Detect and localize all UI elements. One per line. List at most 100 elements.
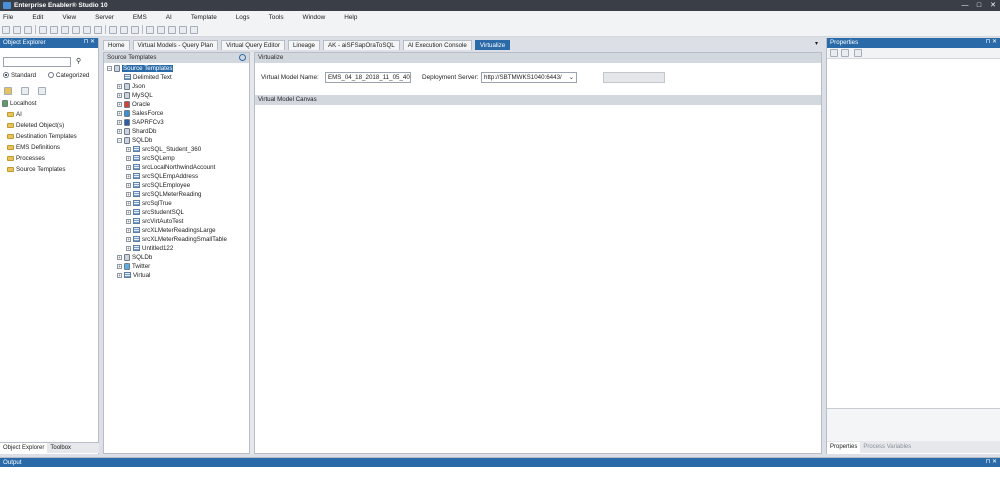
tree-twitter[interactable]: + Twitter (117, 263, 150, 271)
menu-edit[interactable]: Edit (32, 14, 43, 21)
tree-src-item[interactable]: + srcSQL_Student_360 (126, 146, 201, 154)
tree-salesforce[interactable]: + SalesForce (117, 110, 163, 118)
copy-icon[interactable] (50, 25, 58, 34)
tab-lineage[interactable]: Lineage (287, 40, 320, 50)
tab-home[interactable]: Home (103, 40, 130, 50)
pin-close-icon[interactable]: ⊓ ✕ (986, 38, 997, 45)
tree-src-item[interactable]: + srcLocalNorthwindAccount (126, 164, 215, 172)
expand-icon[interactable]: + (117, 84, 122, 89)
expand-icon[interactable]: + (117, 272, 122, 278)
radio-standard[interactable]: Standard (3, 72, 36, 80)
tools-icon[interactable] (131, 25, 139, 34)
virtual-model-canvas[interactable] (255, 105, 821, 453)
tree-src-item[interactable]: + srcVirtAutoTest (126, 218, 184, 226)
tree-source-templates-root[interactable]: − Source Templates (107, 65, 174, 73)
settings-icon[interactable] (120, 25, 128, 34)
tree-saprfcv3[interactable]: + SAPRFCv3 (117, 119, 164, 127)
tree-sharddb[interactable]: + ShardDb (117, 128, 156, 136)
expand-icon[interactable]: + (126, 146, 131, 152)
tab-object-explorer[interactable]: Object Explorer (0, 442, 48, 454)
tree-deleted-objects[interactable]: Deleted Object(s) (7, 122, 64, 130)
alphabetical-icon[interactable] (841, 49, 849, 57)
tree-src-item[interactable]: + srcSQLemp (126, 155, 175, 163)
collapse-icon[interactable]: − (107, 66, 112, 71)
new-folder-icon[interactable] (4, 87, 12, 95)
menu-logs[interactable]: Logs (236, 14, 250, 21)
expand-icon[interactable]: + (117, 111, 122, 116)
tree-localhost[interactable]: Localhost (2, 100, 37, 108)
tree-src-item[interactable]: + Untitled122 (126, 245, 173, 253)
tree-json[interactable]: + Json (117, 83, 145, 91)
tab-ai-execution-console[interactable]: AI Execution Console (402, 40, 472, 50)
refresh-icon[interactable] (24, 25, 32, 34)
tab-process-variables[interactable]: Process Variables (860, 444, 914, 450)
expand-icon[interactable]: + (126, 200, 131, 206)
expand-icon[interactable]: + (117, 129, 122, 134)
expand-icon[interactable]: + (117, 255, 122, 260)
menu-ai[interactable]: AI (166, 14, 172, 21)
tree-src-item[interactable]: + srcSQLEmployee (126, 182, 190, 190)
edit-icon[interactable] (38, 87, 46, 95)
tree-src-item[interactable]: + srcXLMeterReadingsLarge (126, 227, 216, 235)
help-icon[interactable] (190, 25, 198, 34)
run-icon[interactable] (109, 25, 117, 34)
minimize-icon[interactable]: — (958, 0, 972, 11)
collapse-icon[interactable]: − (117, 138, 122, 143)
tree-src-item[interactable]: + srcSQLEmpAddress (126, 173, 198, 181)
expand-icon[interactable]: + (126, 164, 131, 170)
list-icon[interactable] (146, 25, 154, 34)
model-name-input[interactable]: EMS_04_18_2018_11_05_40 (325, 72, 411, 83)
expand-icon[interactable]: + (117, 93, 122, 98)
menu-template[interactable]: Template (191, 14, 217, 21)
remove-icon[interactable] (21, 87, 29, 95)
tree-ai[interactable]: AI (7, 111, 22, 119)
tab-virtual-query-editor[interactable]: Virtual Query Editor (221, 40, 285, 50)
tab-ak-ai[interactable]: AK - aiSFSapOraToSQL (322, 40, 400, 50)
save-all-icon[interactable] (13, 25, 21, 34)
tree-sqldb[interactable]: − SQLDb (117, 137, 152, 145)
menu-help[interactable]: Help (344, 14, 357, 21)
grid-icon[interactable] (157, 25, 165, 34)
tabs-dropdown-icon[interactable]: ▾ (815, 40, 818, 47)
tab-properties[interactable]: Properties (827, 441, 861, 453)
redo-icon[interactable] (94, 25, 102, 34)
tree-src-item[interactable]: + srcSQLMeterReading (126, 191, 202, 199)
tree-virtual[interactable]: + Virtual (117, 272, 150, 280)
close-icon[interactable]: ✕ (986, 0, 1000, 11)
object-search-input[interactable] (3, 57, 71, 67)
tree-ems-definitions[interactable]: EMS Definitions (7, 144, 60, 152)
tab-virtualize[interactable]: Virtualize (474, 40, 511, 50)
expand-icon[interactable]: + (126, 209, 131, 215)
tab-toolbox[interactable]: Toolbox (47, 445, 74, 451)
expand-icon[interactable]: + (117, 120, 122, 125)
tree-src-item[interactable]: + srcSqlTrue (126, 200, 172, 208)
server-select[interactable]: http://SBTMWKS1040:6443/⌄ (481, 72, 577, 83)
menu-file[interactable]: File (3, 14, 13, 21)
tree-src-item[interactable]: + srcStudentSQL (126, 209, 184, 217)
categorized-icon[interactable] (830, 49, 838, 57)
menu-view[interactable]: View (62, 14, 76, 21)
refresh-icon[interactable] (239, 54, 246, 61)
cut-icon[interactable] (39, 25, 47, 34)
pin-close-icon[interactable]: ⊓ ✕ (84, 38, 95, 45)
tree-src-item[interactable]: + srcXLMeterReadingSmallTable (126, 236, 227, 244)
tree-processes[interactable]: Processes (7, 155, 45, 163)
expand-icon[interactable]: + (126, 245, 131, 251)
expand-icon[interactable]: + (126, 173, 131, 179)
expand-icon[interactable]: + (117, 102, 122, 107)
expand-icon[interactable]: + (126, 227, 131, 233)
paste-icon[interactable] (61, 25, 69, 34)
save-icon[interactable] (2, 25, 10, 34)
expand-icon[interactable]: + (126, 182, 131, 188)
expand-icon[interactable]: + (126, 191, 131, 197)
undo-icon[interactable] (83, 25, 91, 34)
expand-icon[interactable]: + (126, 155, 131, 161)
pin-close-icon[interactable]: ⊓ ✕ (986, 458, 997, 465)
window-icon[interactable] (168, 25, 176, 34)
tab-query-plan[interactable]: Virtual Models - Query Plan (132, 40, 219, 50)
radio-categorized[interactable]: Categorized (48, 72, 89, 80)
tree-delimited-text[interactable]: Delimited Text (124, 74, 172, 82)
search-icon[interactable]: ⚲ (76, 57, 81, 65)
menu-ems[interactable]: EMS (133, 14, 147, 21)
delete-icon[interactable] (72, 25, 80, 34)
